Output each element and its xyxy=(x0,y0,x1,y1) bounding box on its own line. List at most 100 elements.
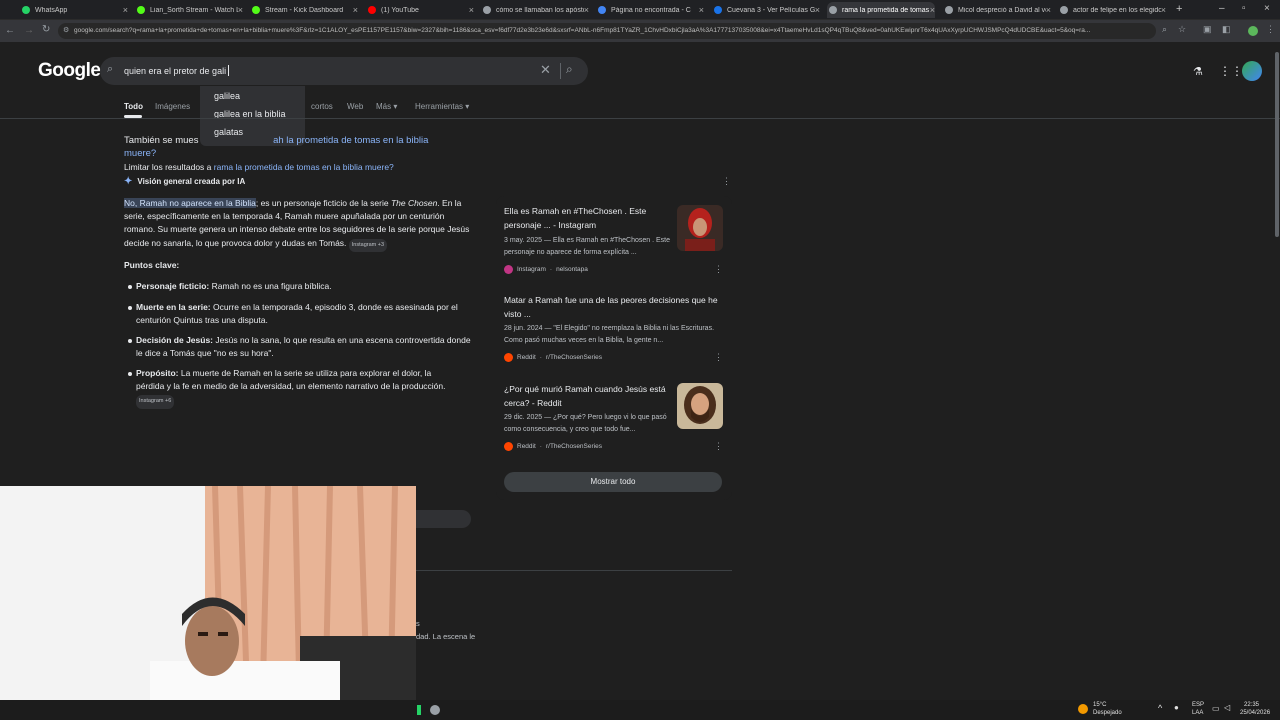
search-icon: ⌕ xyxy=(107,63,114,75)
source-card-title[interactable]: ¿Por qué murió Ramah cuando Jesús está c… xyxy=(504,383,672,410)
clock-date[interactable]: 25/04/2026 xyxy=(1240,710,1270,716)
minimize-icon[interactable]: – xyxy=(1219,3,1225,14)
tab-label: Página no encontrada - C xyxy=(611,6,691,14)
tab-label: Stream - Kick Dashboard xyxy=(265,6,344,14)
tab-videos-cortos[interactable]: cortos xyxy=(311,102,333,111)
source-card-title[interactable]: Ella es Ramah en #TheChosen . Este perso… xyxy=(504,205,672,232)
favicon-icon xyxy=(598,6,606,14)
bookmark-star-icon[interactable]: ☆ xyxy=(1178,24,1186,35)
browser-tab[interactable]: Micol despreció a David al ve × xyxy=(943,2,1051,18)
menu-icon[interactable]: ⋮ xyxy=(1266,24,1275,35)
taskbar-app-icon[interactable] xyxy=(417,705,421,715)
browser-tab[interactable]: Lian_Sorth Stream - Watch Li × xyxy=(135,2,243,18)
also-shown-link-2[interactable]: muere? xyxy=(124,148,156,159)
key-point-title: Propósito: xyxy=(136,368,179,378)
tab-close-icon[interactable]: × xyxy=(123,5,128,15)
ai-highlight: No, Ramah no aparece en la Biblia xyxy=(124,198,256,208)
source-name: Reddit xyxy=(517,354,536,361)
browser-tab[interactable]: Stream - Kick Dashboard × xyxy=(250,2,358,18)
language-layout[interactable]: LAA xyxy=(1192,710,1203,716)
ai-overview-header: ✦ Visión general creada por IA xyxy=(124,176,245,187)
search-input[interactable]: quien era el pretor de gali xyxy=(124,66,226,76)
source-card-title[interactable]: Matar a Ramah fue una de las peores deci… xyxy=(504,294,722,321)
weather-temp[interactable]: 15°C xyxy=(1093,702,1106,708)
language-code[interactable]: ESP xyxy=(1192,702,1204,708)
source-chip[interactable]: Instagram +3 xyxy=(348,238,388,252)
google-logo[interactable]: Google xyxy=(38,60,101,82)
toolbar: ← → ↻ ⚙ google.com/search?q=rama+la+prom… xyxy=(0,20,1280,42)
browser-tab[interactable]: Cuevana 3 - Ver Películas Gra × xyxy=(712,2,820,18)
profile-avatar[interactable] xyxy=(1248,26,1258,36)
volume-icon[interactable]: ◁ xyxy=(1224,703,1230,712)
browser-tab[interactable]: Página no encontrada - C × xyxy=(596,2,704,18)
forward-icon[interactable]: → xyxy=(24,25,34,36)
chevron-up-icon[interactable]: ^ xyxy=(1158,703,1162,713)
tab-close-icon[interactable]: × xyxy=(584,5,589,15)
ai-overview-paragraph: No, Ramah no aparece en la Biblia; es un… xyxy=(124,197,476,252)
card-more-icon[interactable]: ⋮ xyxy=(714,441,723,452)
also-shown-link[interactable]: ah la prometida de tomas en la biblia xyxy=(273,135,428,146)
mic-icon[interactable]: ● xyxy=(1174,703,1179,712)
source-chip[interactable]: Instagram +6 xyxy=(136,395,175,409)
tab-close-icon[interactable]: × xyxy=(469,5,474,15)
browser-tab[interactable]: (1) YouTube × xyxy=(366,2,474,18)
suggestion-item[interactable]: galilea xyxy=(214,91,240,101)
divider xyxy=(560,63,561,79)
tab-close-icon[interactable]: × xyxy=(699,5,704,15)
search-submit-icon[interactable]: ⌕ xyxy=(566,62,573,77)
show-all-button[interactable]: Mostrar todo xyxy=(504,472,722,492)
reload-icon[interactable]: ↻ xyxy=(42,24,50,35)
tab-web[interactable]: Web xyxy=(347,102,363,111)
tab-todo[interactable]: Todo xyxy=(124,102,143,111)
card-more-icon[interactable]: ⋮ xyxy=(714,264,723,275)
tab-close-icon[interactable]: × xyxy=(238,5,243,15)
new-tab-icon[interactable]: + xyxy=(1176,3,1182,15)
window-close-icon[interactable]: × xyxy=(1264,3,1270,14)
tab-close-icon[interactable]: × xyxy=(930,5,935,15)
ai-text-italic: The Chosen xyxy=(390,198,438,208)
instagram-icon xyxy=(504,265,513,274)
scrollbar-thumb[interactable] xyxy=(1275,52,1279,237)
ai-overview-label: Visión general creada por IA xyxy=(137,177,246,186)
card-more-icon[interactable]: ⋮ xyxy=(714,352,723,363)
source-handle: r/TheChosenSeries xyxy=(545,443,602,450)
browser-tab[interactable]: rama la prometida de tomas × xyxy=(827,2,935,18)
extensions-icon[interactable]: ▣ xyxy=(1203,24,1212,35)
network-icon[interactable]: ▭ xyxy=(1212,704,1220,713)
ai-overview-more-icon[interactable]: ⋮ xyxy=(722,176,731,187)
site-info-icon[interactable]: ⚙ xyxy=(63,23,69,39)
chrome-icon[interactable] xyxy=(430,705,440,715)
browser-tab[interactable]: WhatsApp × xyxy=(20,2,128,18)
source-name: Instagram xyxy=(517,266,546,273)
tab-herramientas[interactable]: Herramientas ▾ xyxy=(415,102,469,111)
tab-close-icon[interactable]: × xyxy=(1046,5,1051,15)
account-avatar[interactable] xyxy=(1242,61,1262,81)
tab-close-icon[interactable]: × xyxy=(353,5,358,15)
ai-show-more-bar[interactable] xyxy=(416,510,471,528)
thumbnail-jesus[interactable] xyxy=(677,383,723,429)
key-point: Muerte en la serie: Ocurre en la tempora… xyxy=(136,301,476,327)
tab-imagenes[interactable]: Imágenes xyxy=(155,102,190,111)
url-bar[interactable]: ⚙ google.com/search?q=rama+la+prometida+… xyxy=(58,23,1156,39)
clear-icon[interactable]: ✕ xyxy=(540,62,551,78)
tab-mas[interactable]: Más ▾ xyxy=(376,102,397,111)
zoom-icon[interactable]: ⌕ xyxy=(1162,24,1167,35)
reddit-icon xyxy=(504,442,513,451)
sidepanel-icon[interactable]: ◧ xyxy=(1222,24,1231,35)
search-box[interactable]: ⌕ quien era el pretor de gali ✕ ⌕ xyxy=(100,57,588,85)
browser-tab[interactable]: actor de felipe en los elegido × xyxy=(1058,2,1166,18)
back-icon[interactable]: ← xyxy=(5,25,15,36)
clock-time[interactable]: 22:35 xyxy=(1244,702,1259,708)
tab-close-icon[interactable]: × xyxy=(1161,5,1166,15)
apps-icon[interactable]: ⋮⋮ xyxy=(1219,64,1243,78)
maximize-icon[interactable]: ▫ xyxy=(1242,3,1246,14)
source-card-source: Reddit · r/TheChosenSeries xyxy=(504,442,602,451)
thumbnail-ramah[interactable] xyxy=(677,205,723,251)
tab-close-icon[interactable]: × xyxy=(815,5,820,15)
labs-icon[interactable]: ⚗ xyxy=(1193,65,1203,78)
key-points-title: Puntos clave: xyxy=(124,260,180,270)
browser-tab[interactable]: cómo se llamaban los apóstoles× xyxy=(481,2,589,18)
weather-desc[interactable]: Despejado xyxy=(1093,710,1122,716)
source-name: Reddit xyxy=(517,443,536,450)
limit-link[interactable]: rama la prometida de tomas en la biblia … xyxy=(214,162,394,172)
